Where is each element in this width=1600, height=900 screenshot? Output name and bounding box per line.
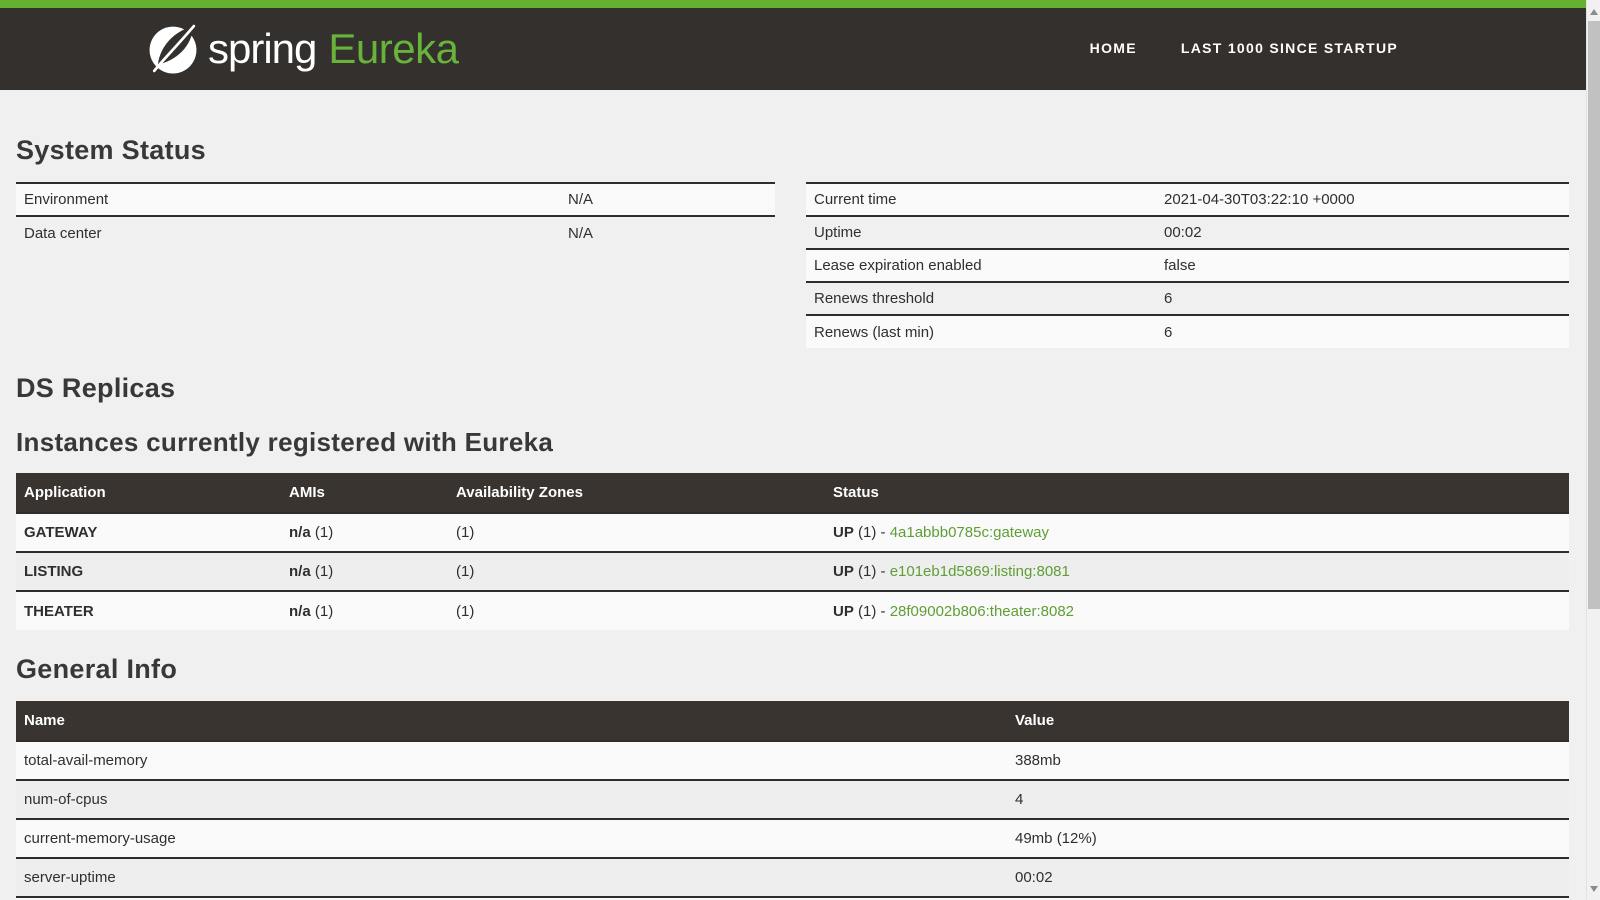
- instance-row-theater: THEATER n/a (1) (1) UP (1) - 28f09002b80…: [16, 591, 1569, 630]
- table-row: Renews threshold 6: [806, 282, 1569, 315]
- row-value: 6: [1156, 315, 1569, 348]
- info-value: 00:02: [1007, 858, 1569, 897]
- status-separator: (1) -: [854, 524, 890, 541]
- application-name: THEATER: [16, 591, 281, 630]
- system-status-tables: Environment N/A Data center N/A Current …: [16, 182, 1569, 348]
- ami-label: n/a: [289, 524, 311, 541]
- ami-count: (1): [311, 563, 334, 580]
- brand-spring-text: spring: [208, 25, 316, 73]
- spring-logo-icon: [148, 24, 198, 74]
- scrollbar-down-button[interactable]: [1587, 881, 1600, 897]
- application-name: GATEWAY: [16, 513, 281, 552]
- nav-last1000-link[interactable]: LAST 1000 SINCE STARTUP: [1181, 40, 1398, 56]
- table-row: Environment N/A: [16, 183, 775, 216]
- zones-cell: (1): [448, 552, 825, 591]
- system-status-title: System Status: [16, 135, 1569, 166]
- general-info-row: num-of-cpus 4: [16, 780, 1569, 819]
- zones-cell: (1): [448, 513, 825, 552]
- scroll-up-icon: [1590, 9, 1598, 15]
- instance-link[interactable]: 4a1abbb0785c:gateway: [890, 524, 1049, 541]
- status-cell: UP (1) - 4a1abbb0785c:gateway: [825, 513, 1569, 552]
- top-accent-bar: [0, 0, 1600, 8]
- row-label: Current time: [806, 183, 1156, 216]
- info-name: current-memory-usage: [16, 819, 1007, 858]
- status-cell: UP (1) - e101eb1d5869:listing:8081: [825, 552, 1569, 591]
- ami-label: n/a: [289, 603, 311, 620]
- row-value: 00:02: [1156, 216, 1569, 249]
- general-info-header-row: Name Value: [16, 701, 1569, 741]
- info-name: server-uptime: [16, 858, 1007, 897]
- general-info-title: General Info: [16, 654, 1569, 685]
- row-value: N/A: [560, 183, 775, 216]
- status-badge: UP: [833, 603, 854, 620]
- column-header-zones: Availability Zones: [448, 473, 825, 513]
- ami-cell: n/a (1): [281, 513, 448, 552]
- general-info-row: total-avail-memory 388mb: [16, 741, 1569, 780]
- system-status-left-table: Environment N/A Data center N/A: [16, 182, 775, 249]
- ami-cell: n/a (1): [281, 552, 448, 591]
- column-header-name: Name: [16, 701, 1007, 741]
- row-label: Renews threshold: [806, 282, 1156, 315]
- instance-link[interactable]: e101eb1d5869:listing:8081: [890, 563, 1070, 580]
- brand-eureka-text: Eureka: [328, 25, 458, 73]
- scrollbar-up-button[interactable]: [1587, 4, 1600, 20]
- table-row: Data center N/A: [16, 216, 775, 249]
- scroll-down-icon: [1590, 886, 1598, 892]
- info-name: num-of-cpus: [16, 780, 1007, 819]
- column-header-application: Application: [16, 473, 281, 513]
- vertical-scrollbar: [1586, 0, 1600, 900]
- status-badge: UP: [833, 524, 854, 541]
- row-value: 2021-04-30T03:22:10 +0000: [1156, 183, 1569, 216]
- row-label: Environment: [16, 183, 560, 216]
- info-name: total-avail-memory: [16, 741, 1007, 780]
- info-value: 49mb (12%): [1007, 819, 1569, 858]
- application-name: LISTING: [16, 552, 281, 591]
- info-value: 388mb: [1007, 741, 1569, 780]
- main-content: System Status Environment N/A Data cente…: [0, 135, 1600, 900]
- instance-row-gateway: GATEWAY n/a (1) (1) UP (1) - 4a1abbb0785…: [16, 513, 1569, 552]
- table-row: Uptime 00:02: [806, 216, 1569, 249]
- scrollbar-thumb[interactable]: [1588, 21, 1600, 609]
- table-row: Renews (last min) 6: [806, 315, 1569, 348]
- ami-label: n/a: [289, 563, 311, 580]
- navbar: spring Eureka HOME LAST 1000 SINCE START…: [0, 8, 1600, 90]
- row-value: 6: [1156, 282, 1569, 315]
- info-value: 4: [1007, 780, 1569, 819]
- instances-table: Application AMIs Availability Zones Stat…: [16, 473, 1569, 630]
- status-separator: (1) -: [854, 603, 890, 620]
- ds-replicas-title: DS Replicas: [16, 373, 1569, 404]
- column-header-amis: AMIs: [281, 473, 448, 513]
- row-label: Uptime: [806, 216, 1156, 249]
- instances-title: Instances currently registered with Eure…: [16, 427, 1569, 457]
- ami-count: (1): [311, 524, 334, 541]
- instances-header-row: Application AMIs Availability Zones Stat…: [16, 473, 1569, 513]
- system-status-right-table: Current time 2021-04-30T03:22:10 +0000 U…: [806, 182, 1569, 348]
- instance-link[interactable]: 28f09002b806:theater:8082: [890, 603, 1074, 620]
- status-cell: UP (1) - 28f09002b806:theater:8082: [825, 591, 1569, 630]
- brand: spring Eureka: [148, 24, 458, 74]
- ami-cell: n/a (1): [281, 591, 448, 630]
- row-value: N/A: [560, 216, 775, 249]
- table-row: Current time 2021-04-30T03:22:10 +0000: [806, 183, 1569, 216]
- instance-row-listing: LISTING n/a (1) (1) UP (1) - e101eb1d586…: [16, 552, 1569, 591]
- general-info-row: server-uptime 00:02: [16, 858, 1569, 897]
- row-value: false: [1156, 249, 1569, 282]
- table-row: Lease expiration enabled false: [806, 249, 1569, 282]
- general-info-row: current-memory-usage 49mb (12%): [16, 819, 1569, 858]
- column-header-status: Status: [825, 473, 1569, 513]
- status-separator: (1) -: [854, 563, 890, 580]
- nav-links: HOME LAST 1000 SINCE STARTUP: [1090, 8, 1398, 90]
- nav-home-link[interactable]: HOME: [1090, 40, 1137, 56]
- column-header-value: Value: [1007, 701, 1569, 741]
- row-label: Data center: [16, 216, 560, 249]
- ami-count: (1): [311, 603, 334, 620]
- row-label: Renews (last min): [806, 315, 1156, 348]
- zones-cell: (1): [448, 591, 825, 630]
- row-label: Lease expiration enabled: [806, 249, 1156, 282]
- status-badge: UP: [833, 563, 854, 580]
- general-info-table: Name Value total-avail-memory 388mb num-…: [16, 701, 1569, 900]
